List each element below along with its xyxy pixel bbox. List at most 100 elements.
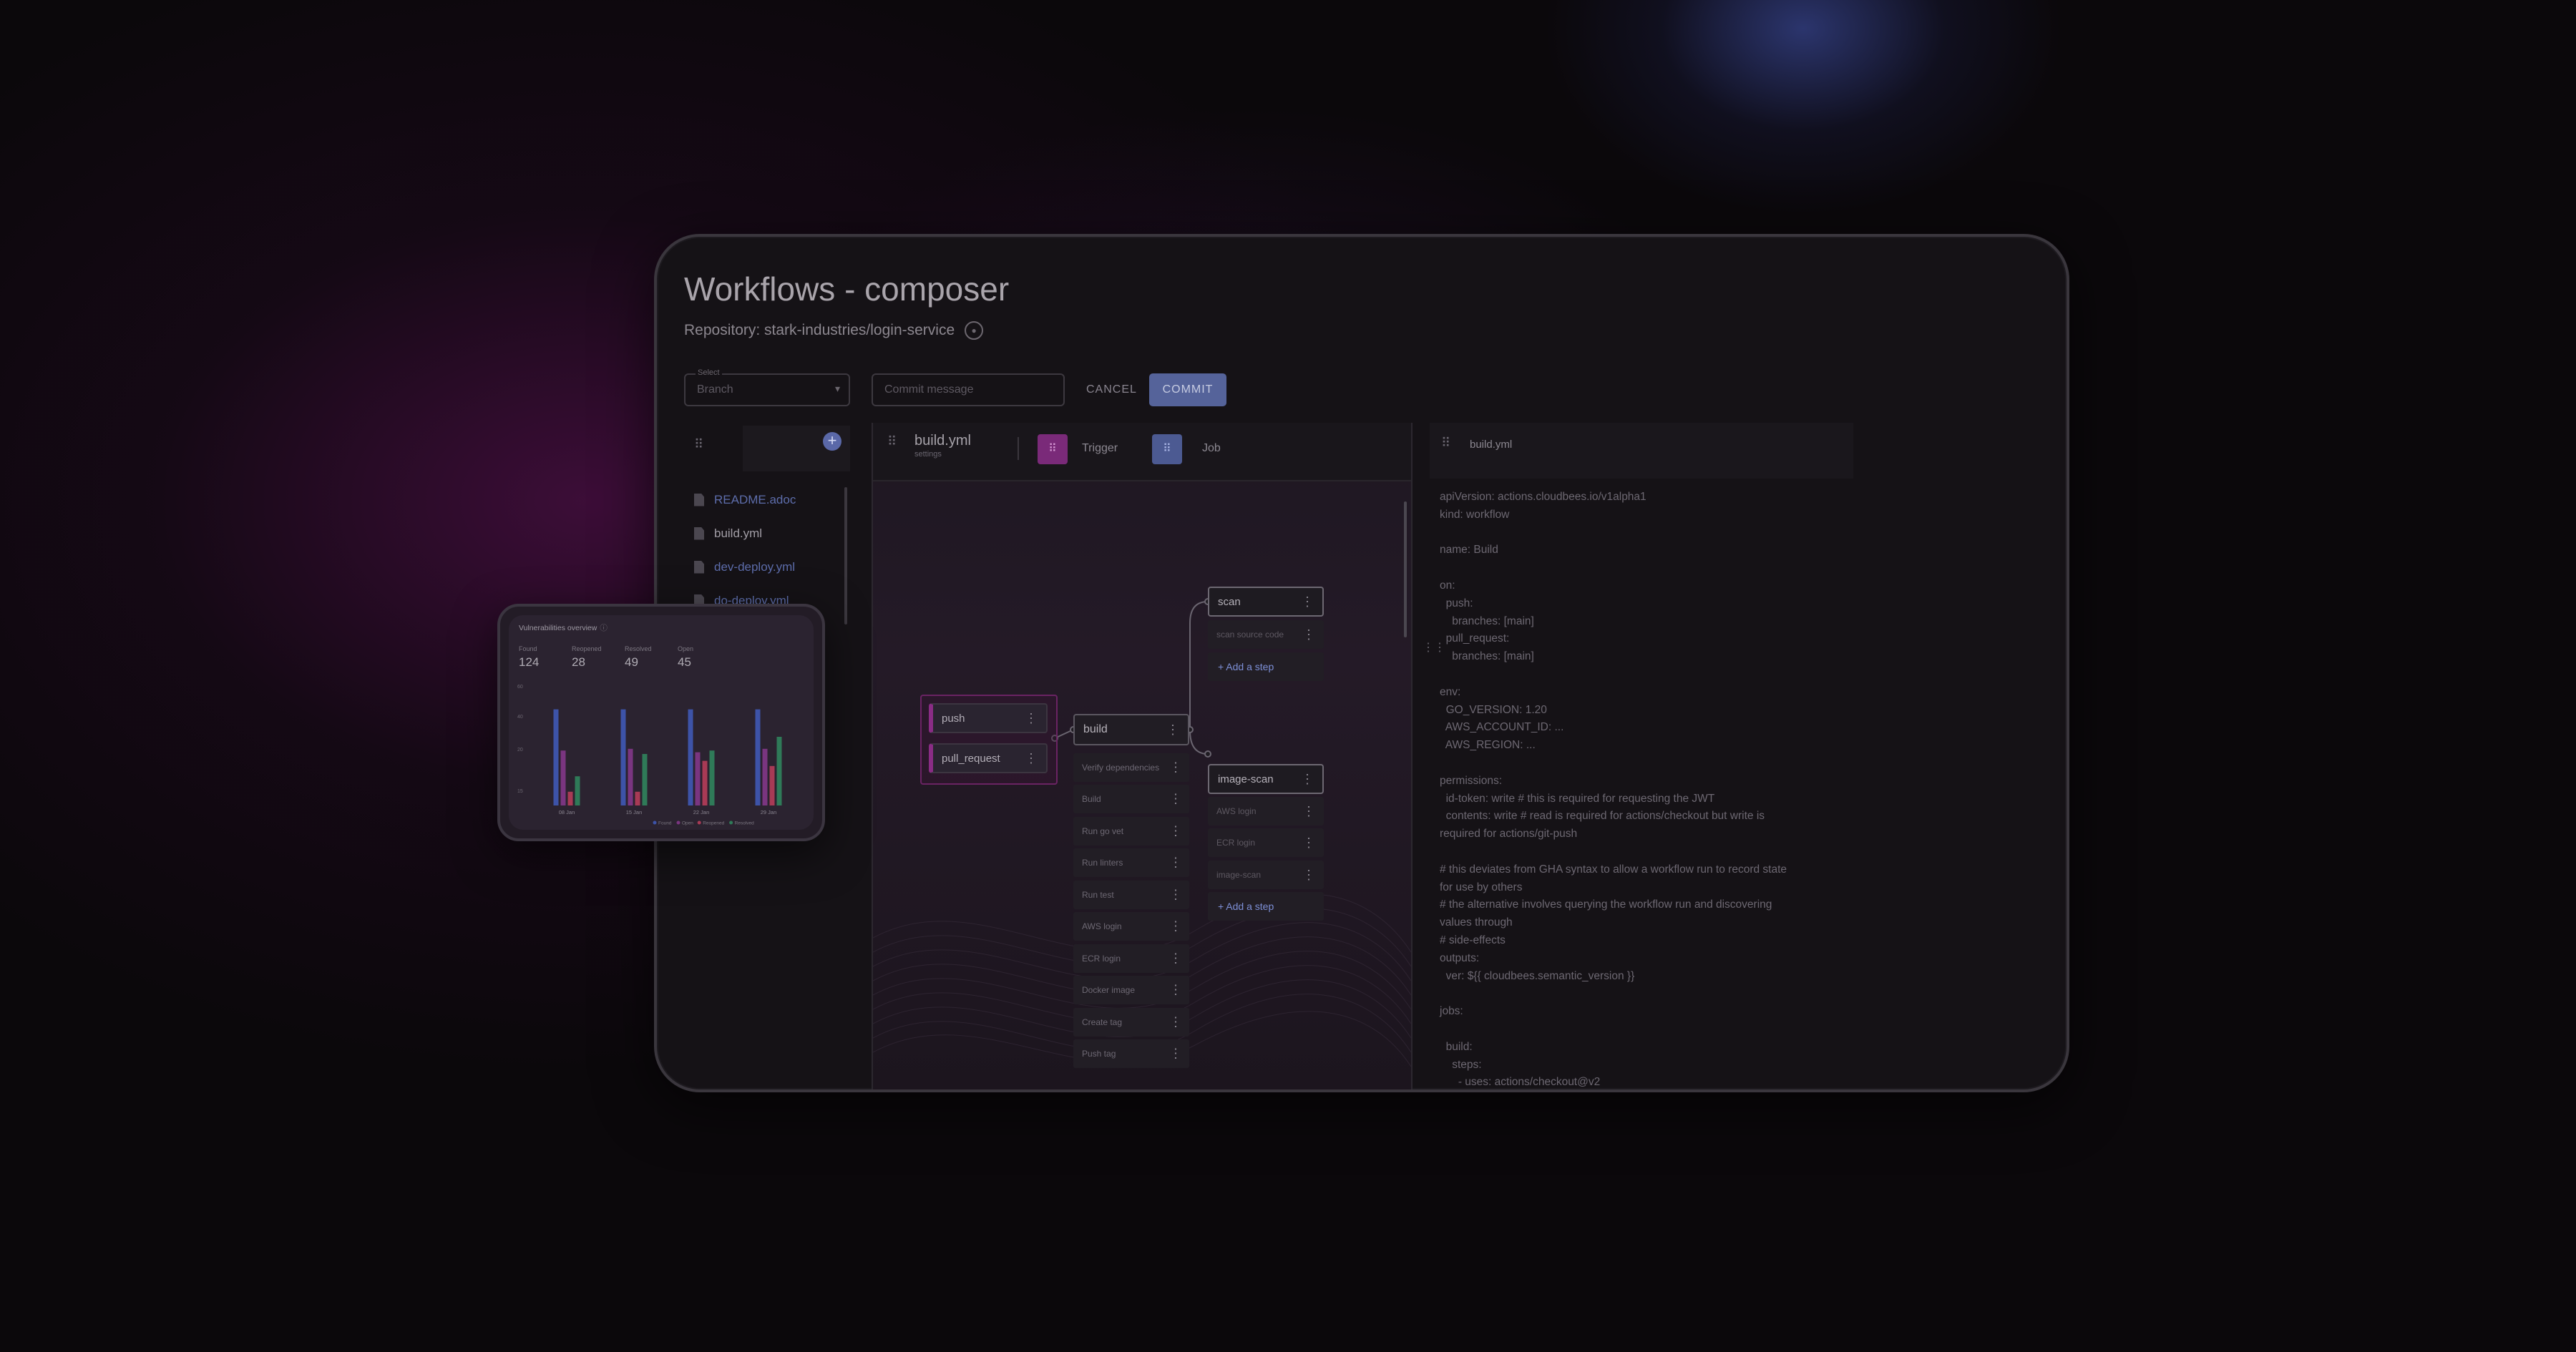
add-step-button-scan[interactable]: + Add a step — [1208, 652, 1324, 681]
build-step[interactable]: Docker image ⋮ — [1073, 976, 1189, 1004]
drag-handle-icon[interactable]: ⠿ — [1441, 436, 1450, 451]
more-vert-icon[interactable]: ⋮ — [1302, 836, 1315, 851]
more-vert-icon[interactable]: ⋮ — [1169, 919, 1182, 934]
more-vert-icon[interactable]: ⋮ — [1169, 951, 1182, 966]
build-step[interactable]: Build ⋮ — [1073, 785, 1189, 813]
commit-button[interactable]: COMMIT — [1149, 373, 1226, 406]
code-line: kind: workflow — [1440, 508, 1510, 521]
commit-message-input[interactable] — [872, 373, 1065, 406]
more-vert-icon[interactable]: ⋮ — [1025, 711, 1038, 726]
file-item-build[interactable]: build.yml — [694, 516, 796, 550]
more-vert-icon[interactable]: ⋮ — [1169, 824, 1182, 839]
info-icon[interactable]: ⓘ — [600, 624, 608, 632]
stat-found: Found 124 — [519, 645, 539, 670]
build-step[interactable]: Run linters ⋮ — [1073, 848, 1189, 877]
legend-label: Found — [658, 821, 672, 826]
branch-select[interactable]: Select Branch ▾ — [684, 368, 850, 406]
build-step[interactable]: Create tag ⋮ — [1073, 1008, 1189, 1037]
cancel-button[interactable]: CANCEL — [1079, 375, 1144, 405]
trigger-group: push ⋮ pull_request ⋮ — [920, 695, 1058, 785]
stat-value: 28 — [572, 655, 585, 669]
drag-handle-icon[interactable]: ⠿ — [887, 434, 897, 449]
build-step[interactable]: Run go vet ⋮ — [1073, 817, 1189, 846]
more-vert-icon[interactable]: ⋮ — [1301, 772, 1314, 787]
legend-label: Open — [682, 821, 693, 826]
stat-reopened: Reopened 28 — [572, 645, 602, 670]
build-step[interactable]: AWS login ⋮ — [1073, 912, 1189, 941]
job-node-image-scan[interactable]: image-scan ⋮ — [1208, 764, 1324, 794]
code-line: contents: write # read is required for a… — [1440, 810, 1765, 823]
more-vert-icon[interactable]: ⋮ — [1302, 627, 1315, 642]
chart-bar — [620, 709, 626, 805]
job-node-build[interactable]: build ⋮ — [1073, 714, 1189, 745]
yaml-editor[interactable]: apiVersion: actions.cloudbees.io/v1alpha… — [1440, 489, 1787, 1089]
more-vert-icon[interactable]: ⋮ — [1302, 868, 1315, 883]
trigger-drag-icon[interactable]: ⠿ — [1038, 434, 1068, 464]
x-tick-label: 29 Jan — [761, 809, 777, 815]
job-drag-icon[interactable]: ⠿ — [1152, 434, 1182, 464]
code-line: jobs: — [1440, 1005, 1463, 1018]
stat-value: 124 — [519, 655, 540, 669]
file-list-scrollbar[interactable] — [844, 487, 847, 624]
image-scan-step[interactable]: ECR login ⋮ — [1208, 828, 1324, 857]
more-vert-icon[interactable]: ⋮ — [1169, 1015, 1182, 1030]
more-vert-icon[interactable]: ⋮ — [1302, 804, 1315, 819]
image-scan-step[interactable]: image-scan ⋮ — [1208, 861, 1324, 889]
chart-bar — [642, 754, 648, 805]
stat-label: Resolved — [625, 645, 652, 652]
build-step[interactable]: Run test ⋮ — [1073, 881, 1189, 909]
file-icon — [694, 526, 704, 540]
legend-label: Reopened — [703, 821, 724, 826]
more-vert-icon[interactable]: ⋮ — [1169, 983, 1182, 998]
repository-line: Repository: stark-industries/login-servi… — [684, 321, 984, 340]
page-title: Workflows - composer — [684, 270, 1010, 308]
step-label: Run linters — [1082, 858, 1123, 868]
add-step-button-image-scan[interactable]: + Add a step — [1208, 892, 1324, 921]
more-vert-icon[interactable]: ⋮ — [1025, 751, 1038, 766]
more-vert-icon[interactable]: ⋮ — [1169, 760, 1182, 775]
image-scan-step[interactable]: AWS login ⋮ — [1208, 797, 1324, 826]
code-line: build: — [1440, 1040, 1473, 1053]
job-node-scan[interactable]: scan ⋮ — [1208, 587, 1324, 617]
stat-value: 49 — [625, 655, 638, 669]
more-vert-icon[interactable]: ⋮ — [1169, 792, 1182, 807]
trigger-node-label: pull_request — [942, 752, 1000, 765]
more-vert-icon[interactable]: ⋮ — [1169, 1047, 1182, 1062]
code-line: on: — [1440, 579, 1455, 592]
more-vert-icon[interactable]: ⋮ — [1169, 888, 1182, 903]
github-icon[interactable]: ● — [965, 321, 984, 340]
stat-resolved: Resolved 49 — [625, 645, 652, 670]
more-vert-icon[interactable]: ⋮ — [1301, 594, 1314, 609]
code-line: branches: [main] — [1440, 614, 1534, 627]
more-vert-icon[interactable]: ⋮ — [1169, 856, 1182, 871]
y-tick-label: 20 — [517, 748, 523, 753]
stat-value: 45 — [678, 655, 691, 669]
code-panel-header: ⠿ build.yml — [1430, 423, 1853, 479]
build-step[interactable]: Push tag ⋮ — [1073, 1039, 1189, 1068]
code-line: ver: ${{ cloudbees.semantic_version }} — [1440, 969, 1635, 982]
more-vert-icon[interactable]: ⋮ — [1166, 723, 1179, 736]
trigger-node-pull-request[interactable]: pull_request ⋮ — [929, 743, 1048, 773]
chart-bar — [635, 791, 640, 805]
workflow-settings-label[interactable]: settings — [914, 450, 942, 459]
canvas-scrollbar[interactable] — [1404, 501, 1407, 637]
trigger-label: Trigger — [1082, 442, 1118, 454]
add-file-button[interactable]: + — [823, 432, 841, 451]
drag-handle-icon[interactable]: ⠿ — [694, 437, 703, 452]
chart-bar — [702, 760, 708, 805]
stat-label: Found — [519, 645, 537, 652]
chart-bar — [553, 709, 559, 805]
scan-step[interactable]: scan source code ⋮ — [1208, 620, 1324, 649]
build-step[interactable]: Verify dependencies ⋮ — [1073, 753, 1189, 782]
chart-bar — [755, 709, 761, 805]
code-line: # the alternative involves querying the … — [1440, 898, 1772, 911]
repository-text: Repository: stark-industries/login-servi… — [684, 322, 955, 338]
file-item-readme[interactable]: README.adoc — [694, 483, 796, 516]
file-item-dev-deploy[interactable]: dev-deploy.yml — [694, 550, 796, 584]
build-step[interactable]: ECR login ⋮ — [1073, 944, 1189, 973]
trigger-node-push[interactable]: push ⋮ — [929, 703, 1048, 733]
y-tick-label: 60 — [517, 685, 523, 690]
chart-bar — [709, 750, 715, 805]
legend-swatch — [697, 820, 701, 825]
